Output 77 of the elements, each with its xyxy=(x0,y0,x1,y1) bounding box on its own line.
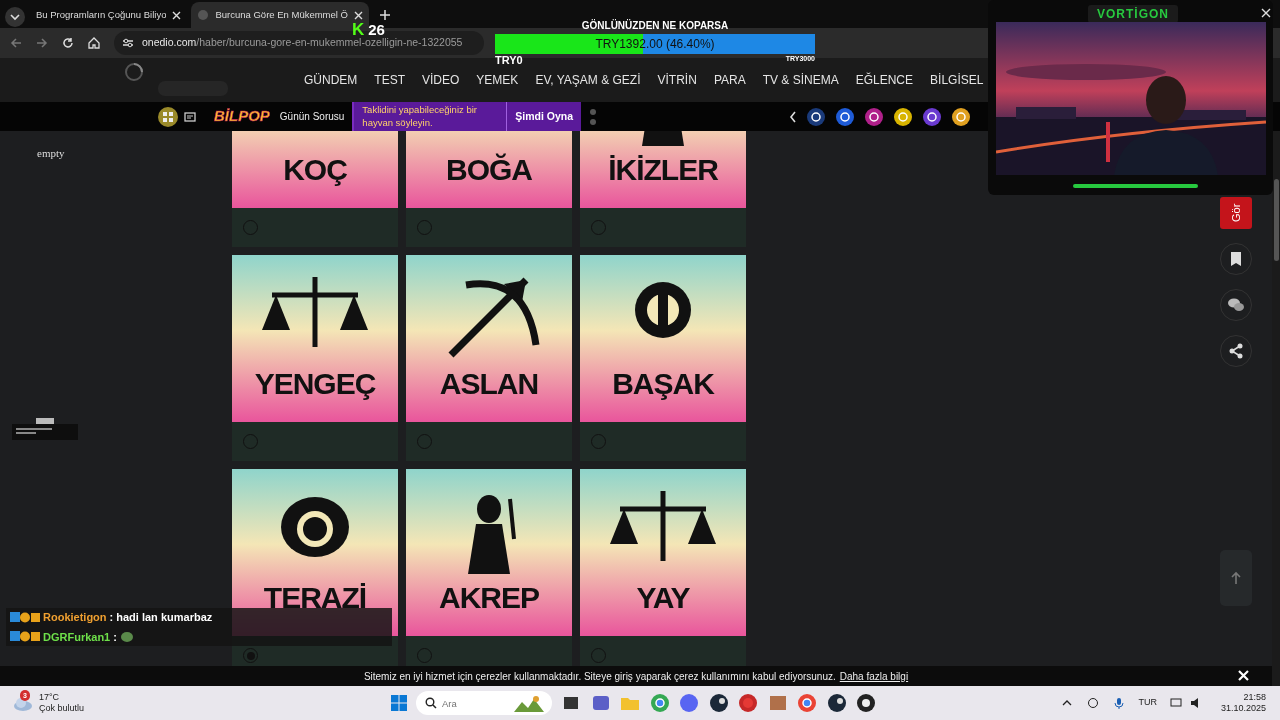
date-text: 31.10.2025 xyxy=(1220,703,1266,715)
notification-popup-icon xyxy=(12,418,78,440)
search-field[interactable]: Ara xyxy=(416,691,552,715)
scrollbar-thumb[interactable] xyxy=(1274,179,1279,261)
nav-link[interactable]: EĞLENCE xyxy=(855,71,914,89)
tab-menu-icon[interactable] xyxy=(4,6,26,28)
nav-link[interactable]: BİLGİSEL xyxy=(930,71,984,89)
time-text: 21:58 xyxy=(1242,691,1266,703)
sign-name: BAŞAK xyxy=(611,369,716,399)
clock[interactable]: 21:58 31.10.2025 xyxy=(1220,691,1266,715)
goal-min: TRY0 xyxy=(495,55,523,66)
arrow-up-icon xyxy=(1231,571,1241,585)
close-icon[interactable] xyxy=(1261,8,1271,18)
sign-name: YAY xyxy=(635,583,691,613)
card-icon[interactable] xyxy=(184,111,196,122)
question-text: Taklidini yapabileceğiniz bir hayvan söyleyin. xyxy=(352,102,507,131)
nav-link[interactable]: VİDEO xyxy=(422,71,460,89)
nav-link[interactable]: VİTRİN xyxy=(657,71,697,89)
nav-link[interactable]: TEST xyxy=(374,71,405,89)
view-button[interactable]: Gör xyxy=(1220,197,1252,229)
chat-username: DGRFurkan1 xyxy=(43,629,111,645)
nav-link[interactable]: PARA xyxy=(713,71,746,89)
grid-icon[interactable] xyxy=(158,106,178,127)
browser-tab[interactable]: Bu Programların Çoğunu Biliyo xyxy=(30,2,188,28)
webcam-title: VORTİGON xyxy=(1088,5,1178,23)
more-info-link[interactable]: Daha fazla bilgi xyxy=(839,668,909,684)
chevron-left-icon[interactable] xyxy=(789,110,797,123)
favicon-icon xyxy=(197,9,210,21)
url-text: onedio.com/haber/burcuna-gore-en-mukemmel-ozelligin-ne-1322055 xyxy=(142,35,463,51)
windows-logo-icon[interactable] xyxy=(390,694,408,712)
browser-icon[interactable] xyxy=(796,692,818,714)
share-button[interactable] xyxy=(1220,335,1252,367)
brand-logo[interactable]: BİLPOP xyxy=(214,105,270,128)
brand-circle-icon[interactable] xyxy=(865,107,883,126)
brand-circle-icon[interactable] xyxy=(894,107,912,126)
sign-name: İKİZLER xyxy=(607,155,719,185)
play-button[interactable]: Şimdi Oyna xyxy=(506,102,582,131)
brand-circle-icon[interactable] xyxy=(836,107,854,126)
sidebar-text: empty xyxy=(37,147,65,159)
browser-icon[interactable] xyxy=(648,692,671,714)
sign-name: AKREP xyxy=(438,583,540,613)
nav-link[interactable]: YEMEK xyxy=(476,71,519,89)
chat-badge-icon xyxy=(10,631,40,643)
comment-button[interactable] xyxy=(1220,289,1252,321)
close-icon[interactable] xyxy=(172,10,182,20)
temperature-text: 17°C xyxy=(39,692,61,703)
goal-title: GÖNLÜNÜZDEN NE KOPARSA xyxy=(580,18,730,33)
chat-username: Rookietigon xyxy=(43,610,107,625)
microphone-icon[interactable] xyxy=(1112,696,1127,710)
sign-name: ASLAN xyxy=(438,369,540,399)
language-indicator[interactable]: TUR xyxy=(1138,696,1157,710)
chat-message: : hadi lan kumarbaz xyxy=(109,610,213,625)
weather-text: Çok bulutlu xyxy=(39,703,85,714)
record-icon[interactable] xyxy=(737,692,759,714)
sign-name: KOÇ xyxy=(282,155,348,185)
loading-spinner-icon xyxy=(124,62,144,82)
forward-icon[interactable] xyxy=(36,37,48,49)
sign-name: YENGEÇ xyxy=(253,369,377,399)
cookie-text: Sitemiz en iyi hizmet için çerezler kullanmaktadır. Siteye giriş yaparak çerez kullanımını kabul ediyorsunuz. xyxy=(363,669,836,684)
sign-name: TERAZİ xyxy=(262,583,368,613)
reload-icon[interactable] xyxy=(62,37,74,49)
nav-link[interactable]: EV, YAŞAM & GEZİ xyxy=(535,71,641,89)
nav-link[interactable]: GÜNDEM xyxy=(304,71,358,89)
promo-label: Günün Sorusu xyxy=(279,110,345,124)
new-tab-icon[interactable] xyxy=(378,9,391,21)
back-icon[interactable] xyxy=(10,37,22,49)
bookmark-button[interactable] xyxy=(1220,243,1252,275)
sign-name: BOĞA xyxy=(445,155,533,185)
chat-message: : xyxy=(113,629,117,645)
nav-link[interactable]: TV & SİNEMA xyxy=(762,71,839,89)
home-icon[interactable] xyxy=(88,37,100,49)
site-info-icon xyxy=(122,37,134,49)
chat-badge-icon xyxy=(10,611,40,623)
close-icon[interactable] xyxy=(353,10,363,20)
emote-icon xyxy=(119,630,134,643)
search-icon xyxy=(425,697,437,709)
landscape-icon xyxy=(514,694,544,712)
